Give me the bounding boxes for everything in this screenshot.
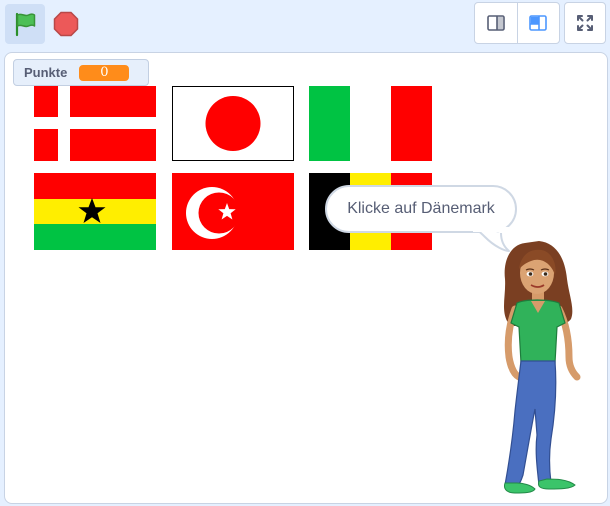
flag-turkey[interactable] xyxy=(172,173,294,250)
fullscreen-icon xyxy=(577,15,593,31)
large-stage-icon xyxy=(529,15,548,31)
large-stage-button[interactable] xyxy=(516,3,559,43)
green-flag-icon xyxy=(15,12,36,37)
flag-denmark[interactable] xyxy=(34,86,156,161)
stage-header xyxy=(0,0,610,50)
stop-sign-icon xyxy=(53,11,79,37)
stop-button[interactable] xyxy=(50,4,82,44)
green-flag-button[interactable] xyxy=(5,4,45,44)
flag-ghana[interactable] xyxy=(34,173,156,250)
variable-monitor: Punkte 0 xyxy=(13,59,149,86)
flag-italy[interactable] xyxy=(309,86,432,161)
speech-bubble: Klicke auf Dänemark xyxy=(325,185,517,233)
stage[interactable]: Punkte 0 Klicke auf Dänemark xyxy=(4,52,608,504)
girl-sprite[interactable] xyxy=(495,239,587,495)
monitor-label: Punkte xyxy=(24,65,68,80)
stage-size-toggle xyxy=(474,2,560,44)
speech-bubble-text: Klicke auf Dänemark xyxy=(347,200,495,217)
small-stage-icon xyxy=(487,15,505,31)
small-stage-button[interactable] xyxy=(475,3,517,43)
flag-japan[interactable] xyxy=(172,86,294,161)
monitor-value: 0 xyxy=(79,64,130,81)
fullscreen-button[interactable] xyxy=(564,2,606,44)
